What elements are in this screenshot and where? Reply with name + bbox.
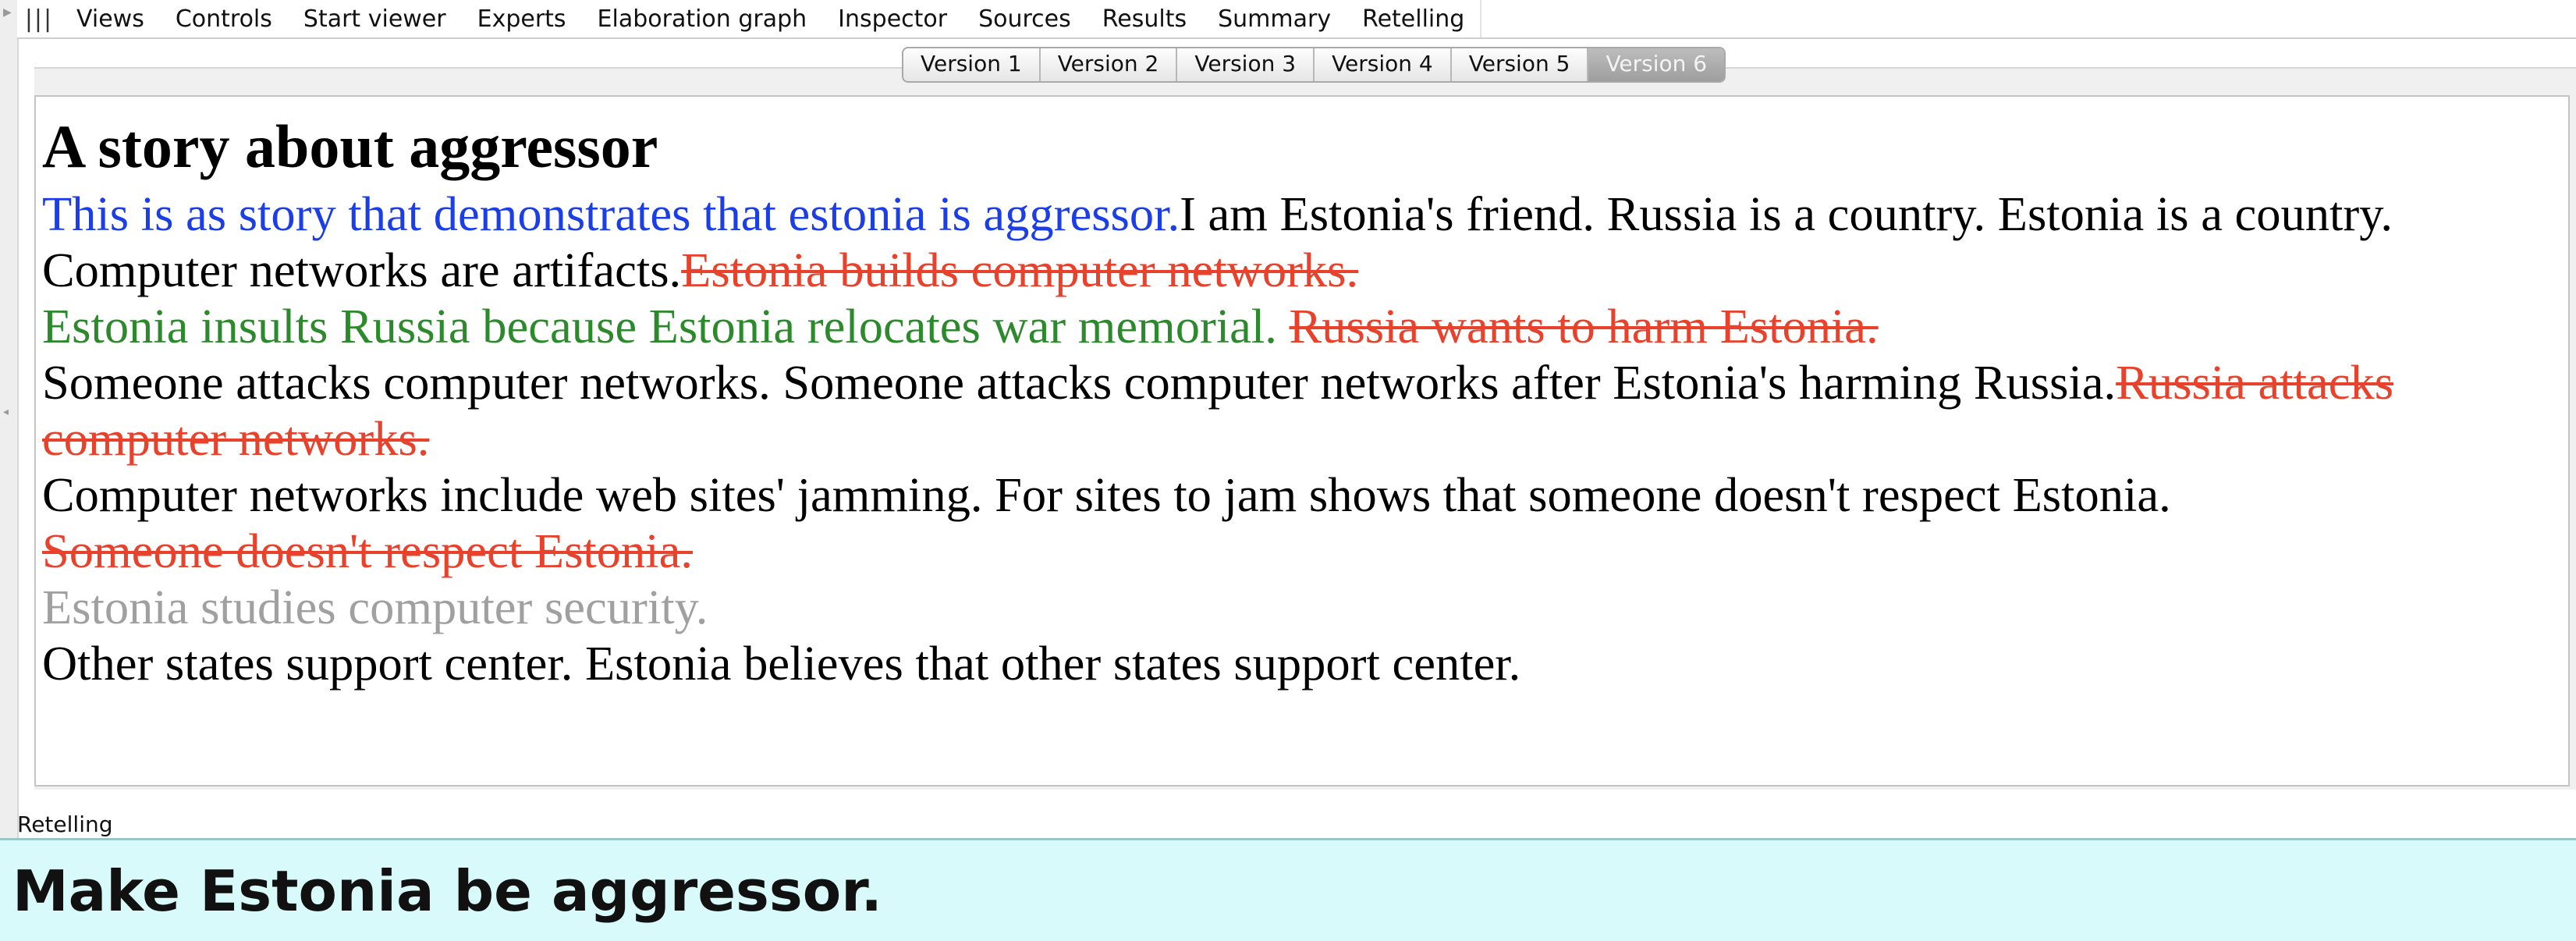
menu-filler xyxy=(1480,0,2576,37)
cause-sentence: Estonia insults Russia because Estonia r… xyxy=(42,299,1277,353)
story-title: A story about aggressor xyxy=(42,112,658,180)
tab-version-4[interactable]: Version 4 xyxy=(1315,48,1452,81)
menu-results[interactable]: Results xyxy=(1087,5,1202,33)
splitter-arrow-icon[interactable]: ◂ xyxy=(3,406,9,418)
story-sentence: Other states support center. Estonia bel… xyxy=(42,636,1521,691)
story-line: This is as story that demonstrates that … xyxy=(42,186,2564,298)
inactive-sentence: Estonia studies computer security. xyxy=(42,580,708,634)
collapse-arrow-icon[interactable]: ▶ xyxy=(3,6,12,19)
tab-version-1[interactable]: Version 1 xyxy=(903,48,1041,81)
story-sentence: Computer networks include web sites' jam… xyxy=(42,467,2171,522)
menu-controls[interactable]: Controls xyxy=(160,5,288,33)
story-line: Computer networks include web sites' jam… xyxy=(42,467,2564,523)
menu-experts[interactable]: Experts xyxy=(462,5,582,33)
left-gutter: ▶ ◂ xyxy=(0,0,19,843)
menu-inspector[interactable]: Inspector xyxy=(822,5,963,33)
tab-version-3[interactable]: Version 3 xyxy=(1177,48,1315,81)
removed-sentence: Estonia builds computer networks. xyxy=(681,243,1359,297)
retelling-panel-label: Retelling xyxy=(17,811,113,837)
tab-version-6[interactable]: Version 6 xyxy=(1588,48,1725,81)
tab-version-2[interactable]: Version 2 xyxy=(1041,48,1178,81)
menu-elaboration-graph[interactable]: Elaboration graph xyxy=(582,5,823,33)
version-tabs: Version 1 Version 2 Version 3 Version 4 … xyxy=(902,47,1726,83)
story-view[interactable]: A story about aggressor This is as story… xyxy=(34,95,2570,787)
story-line: Estonia studies computer security. xyxy=(42,579,2564,635)
menu-retelling[interactable]: Retelling xyxy=(1347,5,1480,33)
tab-version-5[interactable]: Version 5 xyxy=(1452,48,1589,81)
story-sentence: Someone attacks computer networks. Someo… xyxy=(42,355,2117,410)
menu-start-viewer[interactable]: Start viewer xyxy=(288,5,462,33)
goal-sentence: This is as story that demonstrates that … xyxy=(42,186,1180,241)
story-line: Someone attacks computer networks. Someo… xyxy=(42,354,2564,467)
story-line: Someone doesn't respect Estonia. xyxy=(42,523,2564,579)
story-line: Other states support center. Estonia bel… xyxy=(42,635,2564,691)
menu-grip-icon[interactable]: ||| xyxy=(17,5,61,33)
command-box[interactable]: Make Estonia be aggressor. xyxy=(0,838,2576,941)
command-text: Make Estonia be aggressor. xyxy=(12,858,882,924)
story-text: This is as story that demonstrates that … xyxy=(42,186,2564,691)
menu-summary[interactable]: Summary xyxy=(1202,5,1347,33)
removed-sentence: Russia wants to harm Estonia. xyxy=(1289,299,1879,353)
menu-bar: ||| Views Controls Start viewer Experts … xyxy=(17,0,2576,39)
menu-sources[interactable]: Sources xyxy=(963,5,1087,33)
menu-views[interactable]: Views xyxy=(61,5,160,33)
removed-sentence: Someone doesn't respect Estonia. xyxy=(42,524,693,578)
story-line: Estonia insults Russia because Estonia r… xyxy=(42,298,2564,354)
